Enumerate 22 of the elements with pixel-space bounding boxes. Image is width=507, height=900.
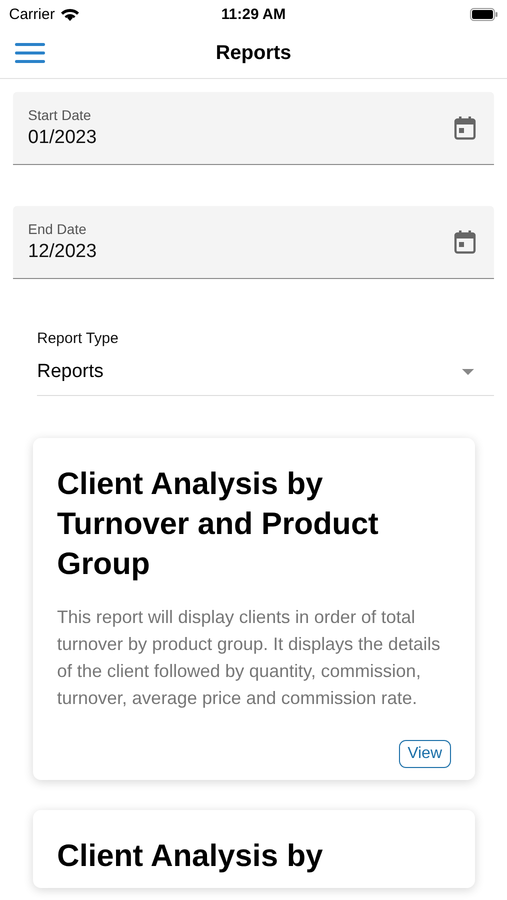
date-field[interactable]: End Date 12/2023 xyxy=(13,206,494,279)
report-type-dropdown[interactable]: Reports xyxy=(37,361,494,396)
carrier-name: Carrier xyxy=(9,6,55,22)
field-value: 01/2023 xyxy=(28,127,97,149)
report-description: This report will display clients in order of total turnover by product group. It displays the details of the client followed by quantity, commission, turnover, average price and commission rate. xyxy=(57,606,442,710)
field-label: Report Type xyxy=(37,330,120,347)
report-title: Client Analysis by Turnover and Product Group xyxy=(57,465,380,583)
menu-icon xyxy=(15,43,45,63)
menu-button[interactable] xyxy=(15,43,45,63)
wifi-icon xyxy=(60,8,79,20)
battery-icon xyxy=(470,8,498,20)
calendar-icon[interactable] xyxy=(454,116,476,140)
dropdown-caret-icon xyxy=(462,369,474,375)
field-value: 12/2023 xyxy=(28,241,97,263)
date-field[interactable]: Start Date 01/2023 xyxy=(13,92,494,165)
calendar-icon[interactable] xyxy=(454,230,476,254)
screen-title: Reports xyxy=(216,42,292,64)
field-label: End Date xyxy=(28,221,88,237)
view-button[interactable]: View xyxy=(398,740,451,768)
report-title: Client Analysis by xyxy=(57,837,324,875)
field-label: Start Date xyxy=(28,107,92,123)
status-time: 11:29 AM xyxy=(220,6,287,22)
